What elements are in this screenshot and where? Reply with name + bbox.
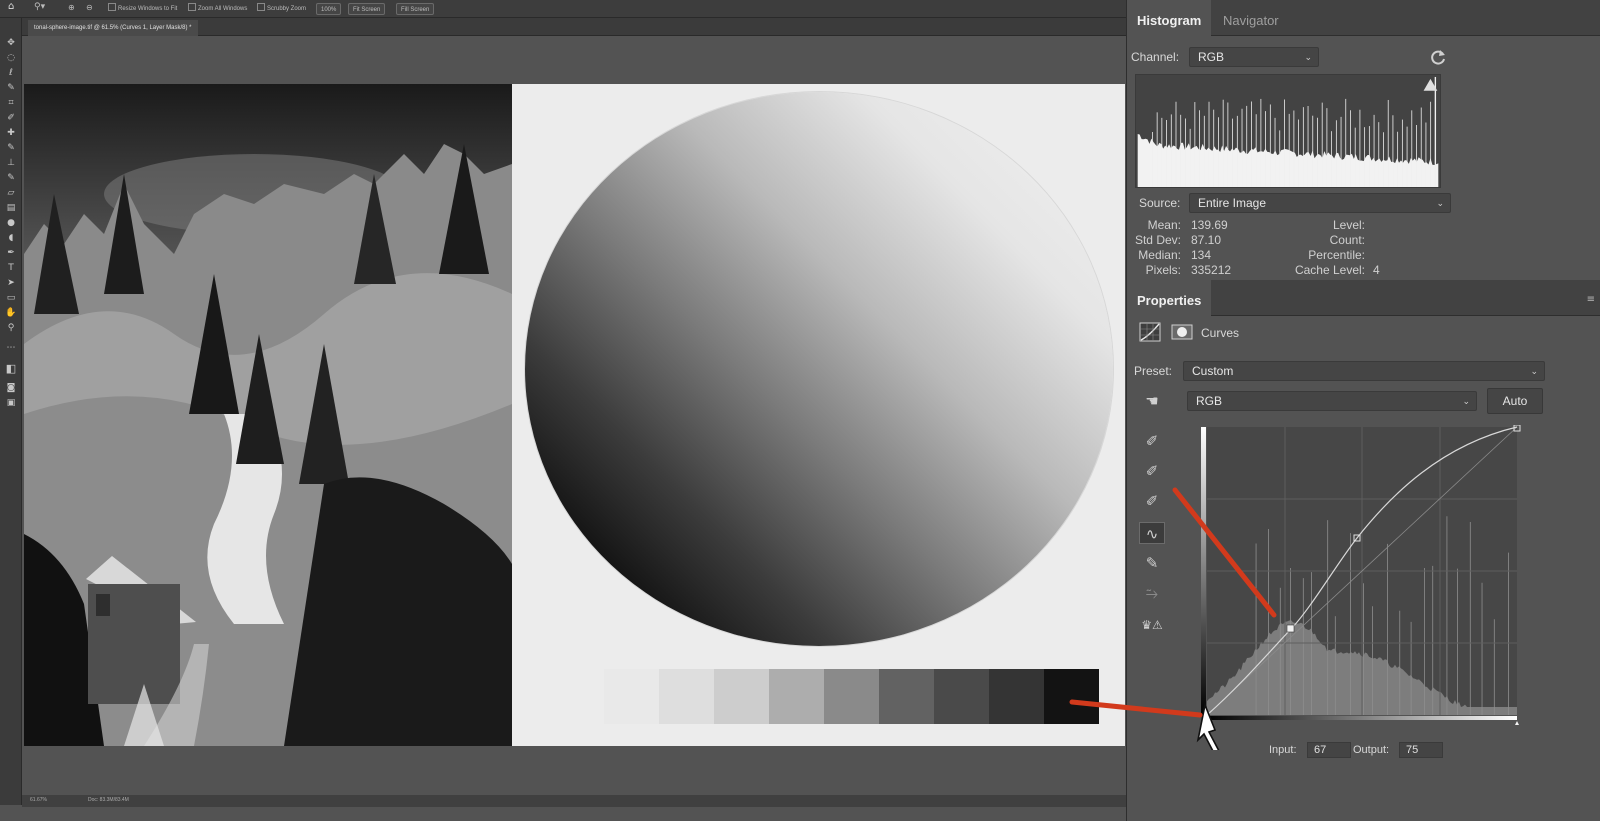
tone-swatch: [934, 669, 989, 724]
curves-icon: [1139, 322, 1161, 342]
document-tab-bar: tonal-sphere-image.tif @ 61.5% (Curves 1…: [22, 18, 1126, 36]
tone-swatch-strip: [604, 669, 1099, 724]
input-field[interactable]: 67: [1307, 742, 1351, 758]
zoom-all-checkbox[interactable]: Zoom All Windows: [188, 3, 247, 15]
zoom-tool-icon[interactable]: ⚲▾: [34, 1, 45, 13]
curves-channel-dropdown[interactable]: RGB ⌄: [1187, 391, 1477, 411]
stat-pixels-value: 335212: [1191, 263, 1232, 277]
tone-swatch: [989, 669, 1044, 724]
preset-label: Preset:: [1134, 364, 1173, 378]
document-canvas[interactable]: [24, 84, 1125, 746]
histogram-source-dropdown[interactable]: Entire Image ⌄: [1189, 193, 1451, 213]
tab-navigator[interactable]: Navigator: [1213, 0, 1289, 36]
chevron-down-icon: ⌄: [1530, 366, 1538, 376]
fit-screen-button[interactable]: Fit Screen: [348, 3, 386, 15]
gradient-tool-icon[interactable]: ▤: [5, 203, 17, 214]
white-point-slider[interactable]: [1512, 721, 1521, 725]
zoom-tool-icon[interactable]: ⚲: [5, 323, 17, 334]
shape-tool-icon[interactable]: ▭: [5, 293, 17, 304]
target-adjust-icon[interactable]: ☚: [1139, 390, 1165, 412]
red-arrow-to-point: [1172, 487, 1277, 618]
tonal-sphere: [525, 92, 1113, 646]
eraser-tool-icon[interactable]: ▱: [5, 188, 17, 199]
input-label: Input:: [1269, 744, 1297, 756]
stat-median-value: 134: [1191, 248, 1212, 262]
doc-size-readout: Doc: 83.3M/83.4M: [88, 797, 129, 803]
color-swatches-icon[interactable]: ◧: [5, 363, 17, 374]
hand-tool-icon[interactable]: ✋: [5, 308, 17, 319]
stat-median-label: Median:: [1138, 248, 1181, 262]
mask-icon[interactable]: [1171, 324, 1193, 340]
tools-panel: ✥ ◌ ℓ ✎ ⌗ ✐ ✚ ✎ ⊥ ✎ ▱ ▤ ● ◖ ✒ T ➤ ▭ ✋ ⚲ …: [0, 18, 22, 805]
histogram-tab-row: Histogram Navigator: [1127, 0, 1600, 36]
curves-preset-dropdown[interactable]: Custom ⌄: [1183, 361, 1545, 381]
stat-stddev-value: 87.10: [1191, 233, 1222, 247]
more-tools-icon[interactable]: ⋯: [5, 343, 17, 354]
path-select-tool-icon[interactable]: ➤: [5, 278, 17, 289]
chevron-down-icon: ⌄: [1436, 198, 1444, 208]
stat-mean-label: Mean:: [1147, 218, 1181, 232]
brush-tool-icon[interactable]: ✎: [5, 143, 17, 154]
pen-tool-icon[interactable]: ✒: [5, 248, 17, 259]
stat-percentile-label: Percentile:: [1308, 248, 1365, 262]
history-brush-tool-icon[interactable]: ✎: [5, 173, 17, 184]
channel-label: Channel:: [1131, 50, 1180, 64]
photoshop-window: ⌂ ⚲▾ ⊕ ⊖ Resize Windows to Fit Zoom All …: [0, 0, 1600, 821]
tone-swatch: [604, 669, 659, 724]
tone-swatch: [824, 669, 879, 724]
tone-swatch: [879, 669, 934, 724]
auto-button[interactable]: Auto: [1487, 388, 1543, 414]
histogram-channel-dropdown[interactable]: RGB ⌄: [1189, 47, 1319, 67]
output-field[interactable]: 75: [1399, 742, 1443, 758]
zoom-in-icon[interactable]: ⊕: [68, 2, 75, 14]
quick-select-tool-icon[interactable]: ✎: [5, 83, 17, 94]
scrubby-zoom-checkbox[interactable]: Scrubby Zoom: [257, 3, 306, 15]
tonal-sphere-panel: [512, 84, 1125, 746]
zoom-readout[interactable]: 61.67%: [30, 797, 47, 803]
chevron-down-icon: ⌄: [1304, 52, 1312, 62]
stat-count-label: Count:: [1329, 233, 1365, 247]
refresh-icon[interactable]: [1429, 48, 1447, 66]
stat-pixels-label: Pixels:: [1145, 263, 1181, 277]
stat-stddev-label: Std Dev:: [1134, 233, 1181, 247]
tone-swatch: [659, 669, 714, 724]
histogram-chart: [1135, 74, 1441, 188]
fill-screen-button[interactable]: Fill Screen: [396, 3, 435, 15]
zoom-out-icon[interactable]: ⊖: [86, 2, 93, 14]
eyedropper-tool-icon[interactable]: ✐: [5, 113, 17, 124]
healing-tool-icon[interactable]: ✚: [5, 128, 17, 139]
output-label: Output:: [1353, 744, 1390, 756]
move-tool-icon[interactable]: ✥: [5, 38, 17, 49]
tone-swatch: [769, 669, 824, 724]
dodge-tool-icon[interactable]: ◖: [5, 233, 17, 244]
source-label: Source:: [1139, 196, 1181, 210]
resize-windows-checkbox[interactable]: Resize Windows to Fit: [108, 3, 177, 15]
lasso-tool-icon[interactable]: ℓ: [5, 68, 17, 79]
chevron-down-icon: ⌄: [1462, 396, 1470, 406]
stat-cache-level-label: Cache Level:: [1294, 263, 1365, 277]
type-tool-icon[interactable]: T: [5, 263, 17, 274]
adjustment-name: Curves: [1201, 326, 1240, 340]
stat-level-label: Level:: [1332, 218, 1365, 232]
tone-swatch: [714, 669, 769, 724]
stat-cache-level-value: 4: [1373, 263, 1380, 277]
red-arrow-to-black-point: [1069, 699, 1203, 718]
home-icon[interactable]: ⌂: [8, 1, 14, 13]
quick-mask-icon[interactable]: ◙: [5, 383, 17, 394]
marquee-tool-icon[interactable]: ◌: [5, 53, 17, 64]
properties-tab-row: Properties ≡: [1127, 280, 1600, 316]
panel-menu-icon[interactable]: ≡: [1587, 294, 1595, 305]
document-tab[interactable]: tonal-sphere-image.tif @ 61.5% (Curves 1…: [28, 20, 198, 36]
stat-mean-value: 139.69: [1191, 218, 1228, 232]
blur-tool-icon[interactable]: ●: [5, 218, 17, 229]
screen-mode-icon[interactable]: ▣: [5, 398, 17, 409]
status-bar: 61.67% Doc: 83.3M/83.4M: [22, 795, 1126, 807]
zoom-100-button[interactable]: 100%: [316, 3, 342, 15]
eyedropper-black-icon[interactable]: ✐: [1139, 430, 1165, 452]
stamp-tool-icon[interactable]: ⊥: [5, 158, 17, 169]
crop-tool-icon[interactable]: ⌗: [5, 98, 17, 109]
tab-properties[interactable]: Properties: [1127, 280, 1212, 316]
winter-forest-photo: [24, 84, 512, 746]
tab-histogram[interactable]: Histogram: [1127, 0, 1212, 36]
